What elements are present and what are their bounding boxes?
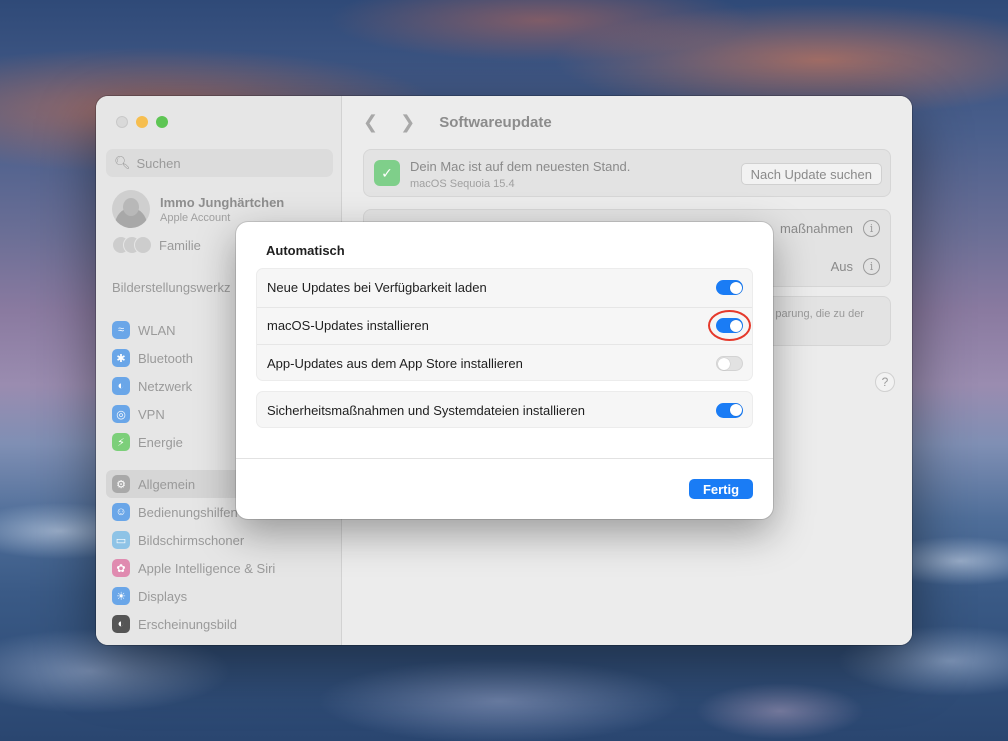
family-avatars — [112, 236, 152, 254]
option-label: macOS-Updates installieren — [267, 318, 429, 334]
option-row-appstore: App-Updates aus dem App Store installier… — [257, 344, 752, 382]
screensaver-icon: ▭ — [112, 531, 130, 549]
avatar — [112, 190, 150, 228]
account-name: Immo Junghärtchen — [160, 194, 285, 210]
settings-row-value: Aus — [830, 259, 853, 274]
option-label: Neue Updates bei Verfügbarkeit laden — [267, 280, 487, 296]
sun-icon: ☀︎ — [112, 587, 130, 605]
wifi-icon: ≈ — [112, 321, 130, 339]
security-options-group: Sicherheitsmaßnahmen und Systemdateien i… — [256, 391, 753, 428]
sidebar-item-erscheinungsbild[interactable]: ◐ Erscheinungsbild — [106, 610, 333, 638]
check-for-updates-button[interactable]: Nach Update suchen — [740, 163, 882, 185]
vpn-globe-icon: ◎ — [112, 405, 130, 423]
sidebar-item-label: Erscheinungsbild — [138, 616, 238, 632]
close-button[interactable] — [116, 116, 128, 128]
gear-icon: ⚙︎ — [112, 475, 130, 493]
globe-icon: ◐ — [112, 377, 130, 395]
search-icon: 🔍︎ — [114, 155, 131, 170]
option-label: App-Updates aus dem App Store installier… — [267, 355, 523, 371]
install-macos-updates-toggle[interactable] — [716, 318, 743, 334]
sidebar-item-label: Bedienungshilfen — [138, 504, 238, 520]
sheet-heading: Automatisch — [266, 243, 345, 258]
option-row-macos: macOS-Updates installieren — [257, 306, 752, 345]
sheet-divider — [236, 458, 773, 459]
checkmark-icon: ✓ — [374, 160, 400, 186]
info-icon[interactable]: i — [863, 220, 880, 237]
bluetooth-icon: ✱ — [112, 349, 130, 367]
help-button[interactable]: ? — [875, 372, 895, 392]
chevron-right-icon[interactable]: ❯ — [400, 112, 415, 133]
search-input[interactable]: 🔍︎ Suchen — [106, 149, 333, 177]
settings-row-security: maßnahmen i — [780, 220, 880, 237]
info-icon[interactable]: i — [863, 258, 880, 275]
sidebar-section-label[interactable]: Bilderstellungswerkz — [112, 280, 231, 295]
sidebar-item-label: Displays — [138, 588, 188, 604]
note-text: parung, die zu der — [775, 308, 864, 320]
status-subtitle: macOS Sequoia 15.4 — [410, 178, 515, 190]
install-app-updates-toggle[interactable] — [716, 355, 743, 371]
toolbar: ❮ ❯ Softwareupdate — [343, 96, 912, 148]
family-label: Familie — [159, 237, 201, 253]
option-label: Sicherheitsmaßnahmen und Systemdateien i… — [267, 402, 585, 418]
sidebar-item-apple-intelligence[interactable]: ✿ Apple Intelligence & Siri — [106, 554, 333, 582]
siri-icon: ✿ — [112, 559, 130, 577]
settings-row-value: maßnahmen — [780, 221, 853, 236]
download-updates-toggle[interactable] — [716, 280, 743, 296]
automatic-updates-sheet: Automatisch Neue Updates bei Verfügbarke… — [236, 222, 773, 519]
sidebar-item-label: Bluetooth — [138, 350, 193, 366]
settings-row-beta: Aus i — [831, 258, 880, 275]
page-title: Softwareupdate — [439, 113, 552, 131]
appearance-icon: ◐ — [112, 615, 130, 633]
sidebar-item-label: VPN — [138, 406, 165, 422]
family-entry[interactable]: Familie — [112, 236, 201, 254]
sidebar-item-bildschirmschoner[interactable]: ▭ Bildschirmschoner — [106, 526, 333, 554]
sidebar-item-label: Netzwerk — [138, 378, 193, 394]
chevron-left-icon[interactable]: ❮ — [363, 112, 378, 133]
sidebar-item-label: Bildschirmschoner — [138, 532, 245, 548]
option-row-security: Sicherheitsmaßnahmen und Systemdateien i… — [257, 392, 752, 428]
sidebar-item-label: WLAN — [138, 322, 176, 338]
window-controls — [116, 116, 168, 128]
automatic-options-group: Neue Updates bei Verfügbarkeit laden mac… — [256, 268, 753, 381]
done-button[interactable]: Fertig — [689, 479, 753, 499]
zoom-button[interactable] — [156, 116, 168, 128]
bolt-icon: ⚡︎ — [112, 433, 130, 451]
sidebar-item-displays[interactable]: ☀︎ Displays — [106, 582, 333, 610]
sidebar-item-label: Energie — [138, 434, 183, 450]
sidebar-item-label: Allgemein — [138, 476, 196, 492]
minimize-button[interactable] — [136, 116, 148, 128]
status-title: Dein Mac ist auf dem neuesten Stand. — [410, 159, 631, 174]
highlight-wrapper — [708, 310, 751, 342]
update-status-card: ✓ Dein Mac ist auf dem neuesten Stand. m… — [363, 149, 891, 197]
sidebar-item-label: Apple Intelligence & Siri — [138, 560, 276, 576]
accessibility-icon: ☺︎ — [112, 503, 130, 521]
search-placeholder: Suchen — [136, 155, 181, 171]
option-row-download: Neue Updates bei Verfügbarkeit laden — [257, 269, 752, 307]
install-security-updates-toggle[interactable] — [716, 402, 743, 418]
